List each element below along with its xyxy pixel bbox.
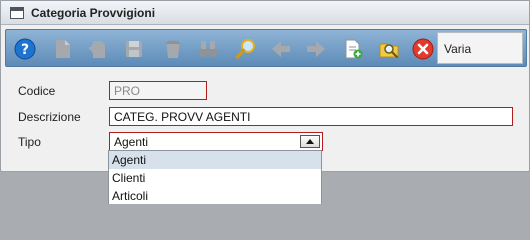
window-icon xyxy=(10,7,24,19)
arrow-left-icon xyxy=(272,41,290,57)
mode-indicator: Varia xyxy=(437,32,523,64)
tipo-dropdown-list: Agenti Clienti Articoli xyxy=(108,150,322,204)
descrizione-field[interactable] xyxy=(109,107,513,126)
window-title: Categoria Provvigioni xyxy=(31,6,156,20)
lookup-button[interactable] xyxy=(376,36,402,62)
arrow-right-icon xyxy=(307,41,325,57)
codice-label: Codice xyxy=(18,84,56,98)
descrizione-label: Descrizione xyxy=(18,110,81,124)
binoculars-icon xyxy=(198,41,218,57)
new-document-icon xyxy=(56,40,70,58)
help-button[interactable]: ? xyxy=(12,36,38,62)
trash-icon xyxy=(166,40,180,58)
tipo-select[interactable]: Agenti xyxy=(109,132,323,151)
toolbar: ? Varia xyxy=(5,29,527,67)
save-button[interactable] xyxy=(121,36,147,62)
dropdown-option-agenti[interactable]: Agenti xyxy=(109,151,321,169)
export-button[interactable] xyxy=(340,36,366,62)
folder-search-icon xyxy=(379,43,399,59)
close-icon xyxy=(412,38,434,60)
tipo-selected-value: Agenti xyxy=(114,135,149,149)
search-button[interactable] xyxy=(233,36,259,62)
next-button[interactable] xyxy=(303,36,329,62)
tipo-label: Tipo xyxy=(18,135,41,149)
close-button[interactable] xyxy=(410,36,436,62)
window: Categoria Provvigioni ? Varia Codice PRO… xyxy=(0,0,530,172)
dropdown-option-articoli[interactable]: Articoli xyxy=(109,187,321,205)
chevron-up-icon[interactable] xyxy=(300,135,320,148)
magnifier-icon xyxy=(235,39,255,59)
title-bar[interactable]: Categoria Provvigioni xyxy=(1,1,529,25)
help-icon: ? xyxy=(14,38,36,60)
find-button[interactable] xyxy=(195,36,221,62)
previous-button[interactable] xyxy=(268,36,294,62)
svg-text:?: ? xyxy=(21,42,29,58)
export-document-icon xyxy=(345,39,363,59)
new-button[interactable] xyxy=(50,36,76,62)
dropdown-option-clienti[interactable]: Clienti xyxy=(109,169,321,187)
duplicate-button[interactable] xyxy=(85,36,111,62)
codice-field xyxy=(109,81,207,100)
codice-input xyxy=(110,82,206,99)
delete-button[interactable] xyxy=(160,36,186,62)
mode-label: Varia xyxy=(444,42,472,56)
save-icon xyxy=(126,41,142,57)
copy-document-icon xyxy=(89,41,105,58)
descrizione-input[interactable] xyxy=(110,108,512,125)
